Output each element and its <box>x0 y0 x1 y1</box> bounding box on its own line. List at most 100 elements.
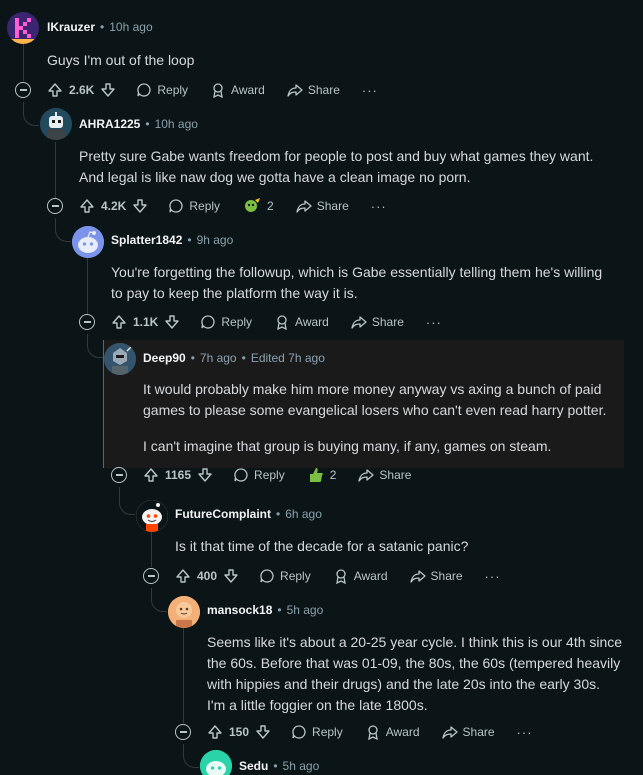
comment-actions: 400 Reply Award Share ··· <box>175 564 501 588</box>
downvote-icon[interactable] <box>255 724 271 740</box>
share-button[interactable]: Share <box>287 82 340 98</box>
separator: • <box>145 117 150 131</box>
comment-meta: FutureComplaint • 6h ago <box>175 507 322 521</box>
timestamp[interactable]: 5h ago <box>283 759 320 773</box>
author-name[interactable]: Splatter1842 <box>111 233 182 247</box>
share-button[interactable]: Share <box>358 467 411 483</box>
thumbs-up-award-icon <box>309 468 323 482</box>
avatar[interactable] <box>200 750 232 775</box>
timestamp[interactable]: 10h ago <box>155 117 198 131</box>
comment-body: Is it that time of the decade for a sata… <box>175 538 469 554</box>
reply-button[interactable]: Reply <box>136 82 188 98</box>
collapse-button[interactable] <box>47 198 63 214</box>
award-icon <box>335 569 346 584</box>
share-button[interactable]: Share <box>409 568 463 584</box>
share-button[interactable]: Share <box>296 198 349 214</box>
more-options-button[interactable]: ··· <box>517 725 533 740</box>
downvote-icon[interactable] <box>223 568 239 584</box>
vote-group: 400 <box>175 568 239 584</box>
avatar[interactable] <box>136 500 168 532</box>
thread-rail <box>151 588 167 612</box>
reply-button[interactable]: Reply <box>168 198 220 214</box>
more-options-button[interactable]: ··· <box>426 315 442 330</box>
thread-rail <box>183 628 184 723</box>
comment-meta: Deep90 • 7h ago • Edited 7h ago <box>143 351 325 365</box>
collapse-button[interactable] <box>15 82 31 98</box>
award-button[interactable]: Award <box>210 82 265 98</box>
thread-rail <box>183 744 199 768</box>
reply-button[interactable]: Reply <box>291 724 343 740</box>
reply-button[interactable]: Reply <box>233 467 285 483</box>
avatar[interactable] <box>72 226 104 258</box>
separator: • <box>187 233 192 247</box>
vote-group: 1165 <box>143 467 213 483</box>
more-options-button[interactable]: ··· <box>371 199 387 214</box>
reply-button[interactable]: Reply <box>259 568 311 584</box>
thread-rail <box>87 258 88 314</box>
avatar[interactable] <box>40 108 72 140</box>
share-icon <box>358 469 375 482</box>
upvote-icon[interactable] <box>143 467 159 483</box>
collapse-button[interactable] <box>111 467 127 483</box>
vote-group: 2.6K <box>47 82 116 98</box>
timestamp[interactable]: 5h ago <box>287 603 324 617</box>
author-name[interactable]: mansock18 <box>207 603 272 617</box>
collapse-button[interactable] <box>175 724 191 740</box>
downvote-icon[interactable] <box>132 198 148 214</box>
collapse-button[interactable] <box>143 568 159 584</box>
downvote-icon[interactable] <box>100 82 116 98</box>
vote-count: 1.1K <box>133 315 159 329</box>
author-name[interactable]: AHRA1225 <box>79 117 140 131</box>
comment-actions: 4.2K Reply 2 Share ··· <box>79 194 387 218</box>
upvote-icon[interactable] <box>79 198 95 214</box>
comment-actions: 2.6K Reply Award Share ··· <box>47 78 378 102</box>
reply-icon <box>260 569 274 583</box>
vote-count: 1165 <box>165 468 192 482</box>
upvote-icon[interactable] <box>175 568 191 584</box>
award-button[interactable]: Award <box>365 724 420 740</box>
comment-body: You're forgetting the followup, which is… <box>111 264 603 301</box>
upvote-icon[interactable] <box>207 724 223 740</box>
more-options-button[interactable]: ··· <box>362 83 378 98</box>
reply-button[interactable]: Reply <box>200 314 252 330</box>
collapse-button[interactable] <box>79 314 95 330</box>
share-icon <box>409 570 426 583</box>
upvote-icon[interactable] <box>111 314 127 330</box>
comment-meta: Sedu • 5h ago <box>239 759 319 773</box>
award-icon <box>213 83 223 98</box>
timestamp[interactable]: 6h ago <box>285 507 322 521</box>
award-icon <box>277 315 287 330</box>
edited-label: Edited 7h ago <box>250 351 325 365</box>
award-button[interactable]: Award <box>274 314 329 330</box>
separator: • <box>100 20 105 34</box>
downvote-icon[interactable] <box>164 314 180 330</box>
comment-actions: 150 Reply Award Share ··· <box>207 720 533 744</box>
share-icon <box>441 726 458 739</box>
thread-rail <box>23 44 24 81</box>
comment-meta: AHRA1225 • 10h ago <box>79 117 198 131</box>
award-button[interactable]: Award <box>333 568 388 584</box>
face-avatar-icon <box>168 596 200 628</box>
more-options-button[interactable]: ··· <box>485 569 501 584</box>
snoo-default-avatar-icon <box>72 226 104 258</box>
timestamp[interactable]: 9h ago <box>197 233 234 247</box>
share-icon <box>296 200 312 213</box>
award-badge[interactable]: 2 <box>242 197 274 215</box>
upvote-icon[interactable] <box>47 82 63 98</box>
avatar[interactable] <box>7 12 39 44</box>
timestamp[interactable]: 10h ago <box>109 20 152 34</box>
share-button[interactable]: Share <box>351 314 404 330</box>
thread-rail <box>87 334 103 358</box>
avatar[interactable] <box>168 596 200 628</box>
vote-group: 150 <box>207 724 271 740</box>
avatar[interactable] <box>104 343 136 375</box>
author-name[interactable]: IKrauzer <box>47 20 95 34</box>
reply-icon <box>137 83 151 97</box>
share-button[interactable]: Share <box>441 724 495 740</box>
award-badge[interactable]: 2 <box>307 466 336 484</box>
author-name[interactable]: Deep90 <box>143 351 186 365</box>
timestamp[interactable]: 7h ago <box>200 351 237 365</box>
author-name[interactable]: FutureComplaint <box>175 507 271 521</box>
author-name[interactable]: Sedu <box>239 759 268 773</box>
downvote-icon[interactable] <box>197 467 213 483</box>
